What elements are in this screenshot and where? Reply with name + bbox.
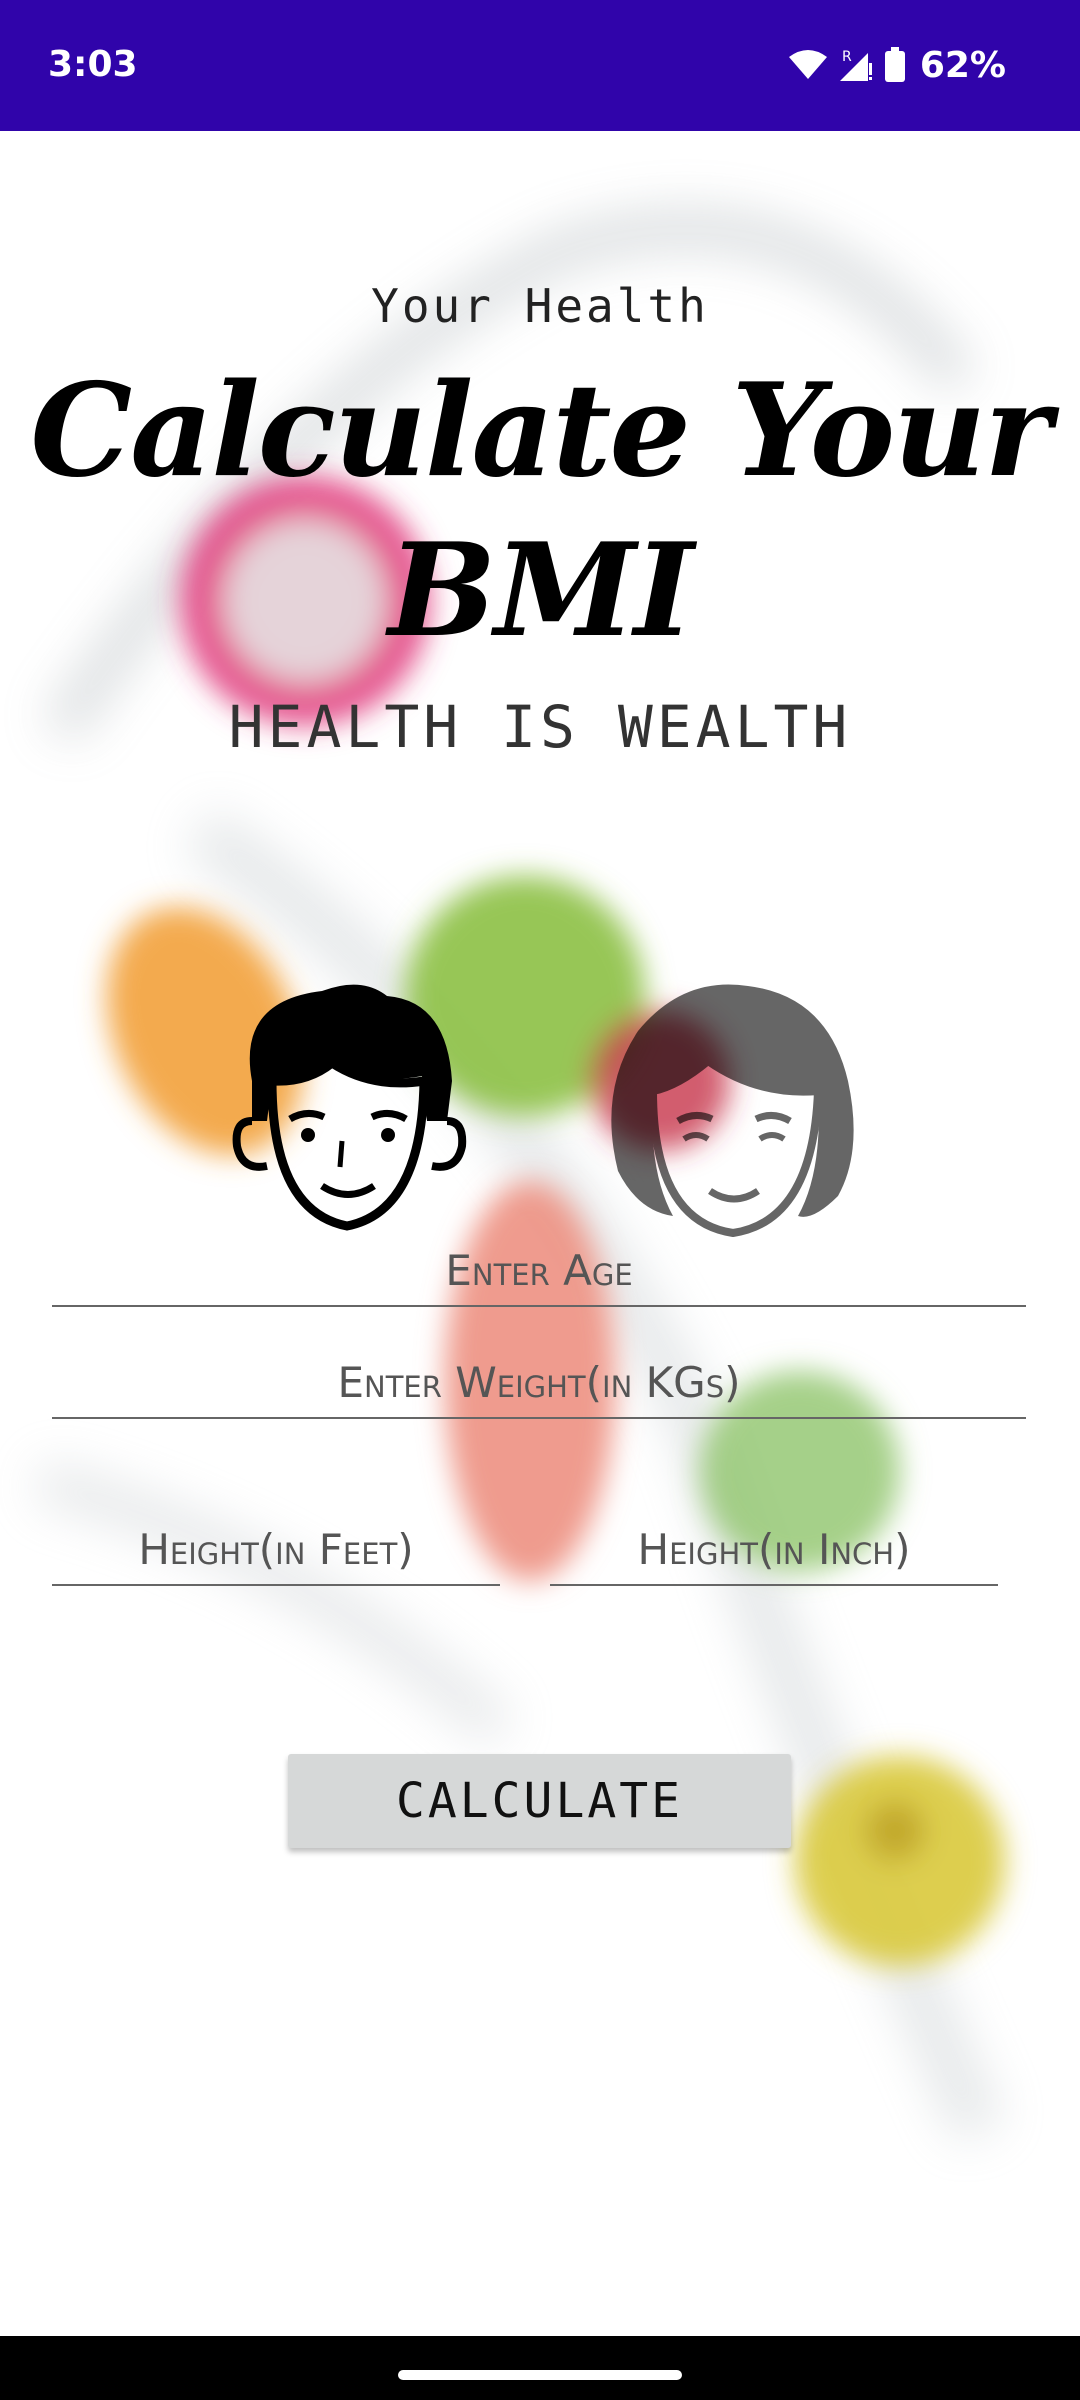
battery-percentage: 62% [919,44,1006,86]
svg-text:R: R [842,49,852,65]
weight-input[interactable] [52,1347,1026,1417]
status-icons: R 62% [788,40,1006,90]
weight-field [52,1347,1026,1419]
overline-text: Your Health [371,279,709,333]
height-inch-input[interactable] [550,1514,998,1584]
status-time: 3:03 [48,44,138,85]
navigation-bar [0,2336,1080,2400]
tagline: HEALTH IS WEALTH [228,693,852,761]
male-avatar-icon[interactable] [212,971,482,1251]
home-gesture-handle[interactable] [398,2370,682,2380]
wifi-icon [788,50,827,79]
female-avatar-icon[interactable] [598,971,868,1251]
page-title: Calculate Your BMI [0,351,1080,671]
calculate-button[interactable]: CALCULATE [288,1754,791,1848]
battery-icon [884,47,905,82]
height-feet-field [52,1514,500,1586]
status-bar: 3:03 R 62% [0,0,1080,131]
signal-icon: R [839,49,872,81]
title-line-1: Calculate Your [30,356,1051,506]
main-content: Your Health Calculate Your BMI HEALTH IS… [0,131,1080,2336]
title-line-2: BMI [388,516,694,666]
age-input[interactable] [52,1235,1026,1305]
age-field [52,1235,1026,1307]
height-feet-input[interactable] [52,1514,500,1584]
height-inch-field [550,1514,998,1586]
